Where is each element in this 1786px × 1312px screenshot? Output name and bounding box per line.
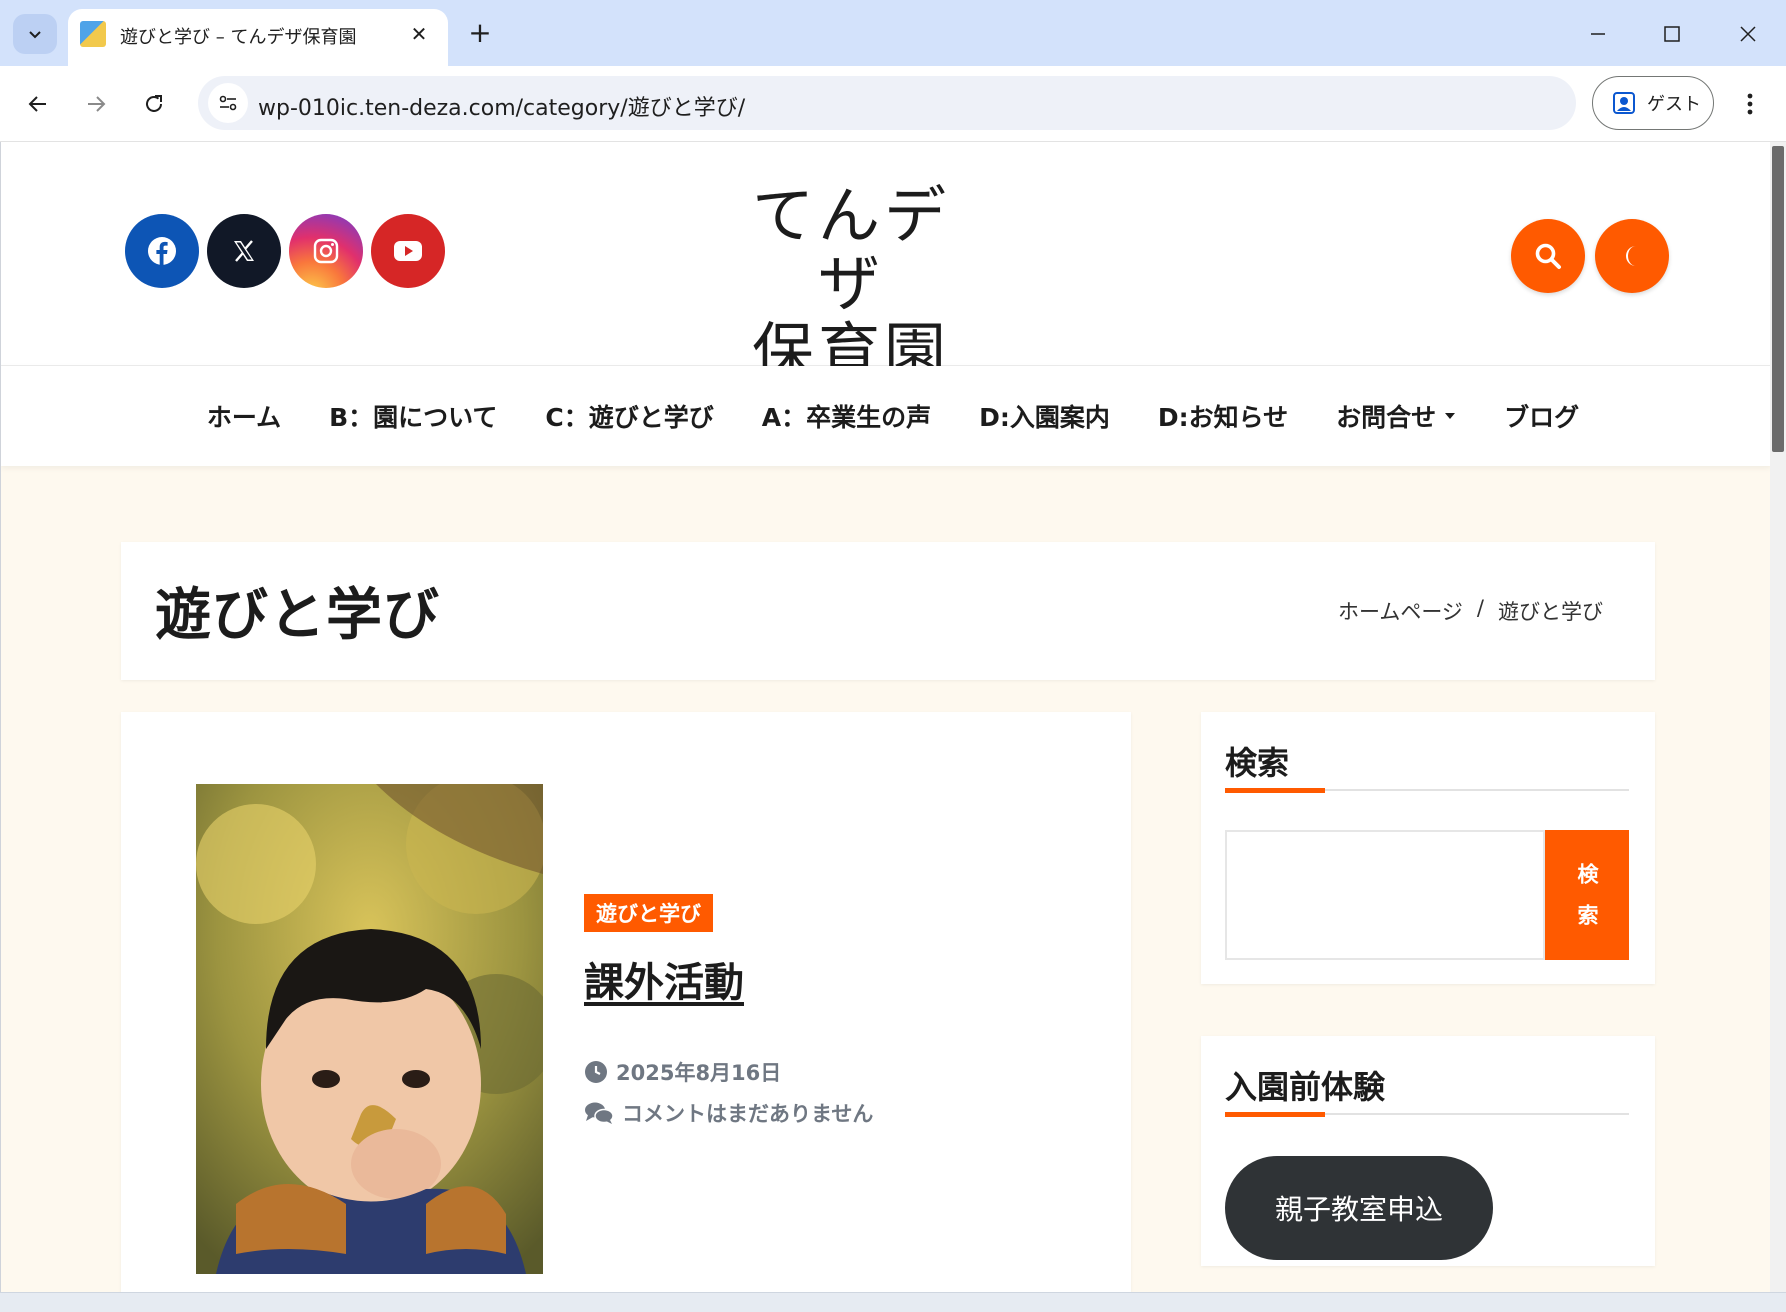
post-date-text[interactable]: 2025年8月16日 [616,1057,781,1087]
chevron-down-icon [29,31,41,39]
x-icon [234,240,254,262]
main-navigation: ホーム B：園について C：遊びと学び A：卒業生の声 D:入園案内 D:お知ら… [1,366,1771,466]
search-input[interactable] [1225,830,1545,960]
search-widget-title: 検索 [1225,744,1290,782]
profile-button[interactable]: ゲスト [1592,76,1714,130]
nav-item-play-learn[interactable]: C：遊びと学び [521,398,737,434]
nav-item-label: D:入園案内 [979,403,1110,432]
nav-item-admission[interactable]: D:入園案内 [955,398,1134,434]
new-tab-button[interactable]: + [462,14,498,50]
widget-title-accent [1225,1112,1325,1117]
nav-item-label: D:お知らせ [1157,403,1289,432]
os-taskbar [0,1292,1786,1312]
arrow-right-icon [88,96,106,112]
page-title: 遊びと学び [155,583,440,648]
search-widget: 検索 検索 [1201,712,1655,984]
nav-item-label: C：遊びと学び [545,403,714,432]
search-toggle-button[interactable] [1511,219,1585,293]
forward-button[interactable] [76,84,116,124]
clock-icon [585,1061,607,1083]
maximize-button[interactable] [1646,12,1698,56]
search-icon [1535,243,1561,269]
tab-search-button[interactable] [13,14,57,54]
post-comments-text[interactable]: コメントはまだありません [622,1098,873,1128]
reload-icon [146,95,162,112]
x-link[interactable] [207,214,281,288]
scrollbar[interactable] [1770,142,1786,1292]
close-tab-icon[interactable]: ✕ [404,19,434,49]
comments-icon [585,1102,614,1124]
breadcrumb-home-link[interactable]: ホームページ [1338,596,1463,626]
facebook-link[interactable] [125,214,199,288]
pre-enrollment-widget: 入園前体験 親子教室申込 [1201,1036,1655,1266]
nav-item-about[interactable]: B：園について [305,398,521,434]
minimize-button[interactable] [1572,12,1624,56]
nav-item-graduates[interactable]: A：卒業生の声 [738,398,955,434]
caret-down-icon [1445,413,1456,419]
site-logo[interactable]: てんデザ 保育園 [721,182,981,386]
browser-toolbar: wp-010ic.ten-deza.com/category/遊びと学び/ ゲス… [0,66,1786,142]
back-button[interactable] [18,84,58,124]
tab-title: 遊びと学び – てんデザ保育園 [120,27,357,48]
maximize-icon [1664,26,1680,42]
site-header: てんデザ 保育園 [1,142,1771,386]
nav-item-label: B：園について [329,403,498,432]
post-comments: コメントはまだありません [584,1098,873,1128]
page-viewport: てんデザ 保育園 ホーム B：園について C：遊びと学び A：卒業生の声 D:入… [0,142,1786,1292]
logo-line-1: てんデザ [751,179,950,320]
pre-enrollment-widget-title: 入園前体験 [1225,1068,1386,1106]
post-card: 遊びと学び 課外活動 2025年8月16日 コメントはまだありません [121,712,1131,1292]
browser-tab-bar: 遊びと学び – てんデザ保育園 ✕ + [0,0,1786,66]
nav-item-news[interactable]: D:お知らせ [1134,398,1312,434]
moon-icon [1626,246,1636,266]
scrollbar-thumb[interactable] [1772,146,1784,452]
child-photo-icon [196,784,543,1274]
more-vert-icon [1747,93,1753,115]
minimize-icon [1591,33,1605,35]
site-favicon-icon [80,21,106,47]
close-window-button[interactable] [1722,12,1774,56]
reload-button[interactable] [134,84,174,124]
nav-item-label: A：卒業生の声 [761,403,932,432]
post-date: 2025年8月16日 [584,1057,781,1087]
site-info-button[interactable] [208,83,248,123]
active-tab[interactable]: 遊びと学び – てんデザ保育園 ✕ [68,9,448,66]
close-icon [1740,26,1756,42]
nav-item-home[interactable]: ホーム [183,398,305,434]
widget-title-accent [1225,788,1325,793]
category-badge[interactable]: 遊びと学び [584,894,713,932]
address-bar[interactable]: wp-010ic.ten-deza.com/category/遊びと学び/ [198,76,1576,130]
instagram-link[interactable] [289,214,363,288]
search-submit-button[interactable]: 検索 [1545,830,1629,960]
profile-icon [1613,92,1635,114]
nav-item-label: ホーム [206,403,282,432]
breadcrumb: ホームページ / 遊びと学び [1338,596,1603,626]
post-thumbnail-image[interactable] [196,784,543,1274]
url-text: wp-010ic.ten-deza.com/category/遊びと学び/ [258,96,746,121]
nav-item-label: ブログ [1504,403,1580,432]
profile-label: ゲスト [1647,94,1701,115]
nav-item-blog[interactable]: ブログ [1480,398,1603,434]
instagram-icon [313,238,339,264]
breadcrumb-separator: / [1476,596,1484,620]
archive-header: 遊びと学び ホームページ / 遊びと学び [121,542,1655,680]
browser-menu-button[interactable] [1732,84,1768,124]
arrow-left-icon [28,96,46,112]
post-title-link[interactable]: 課外活動 [584,950,744,1008]
breadcrumb-current: 遊びと学び [1498,600,1603,624]
dark-mode-toggle[interactable] [1595,219,1669,293]
facebook-icon [148,237,176,265]
nav-item-contact[interactable]: お問合せ [1312,398,1480,434]
tune-icon [219,95,237,111]
youtube-link[interactable] [371,214,445,288]
youtube-icon [394,241,422,261]
parent-child-class-apply-button[interactable]: 親子教室申込 [1225,1156,1493,1260]
nav-item-label: お問合せ [1336,403,1437,432]
